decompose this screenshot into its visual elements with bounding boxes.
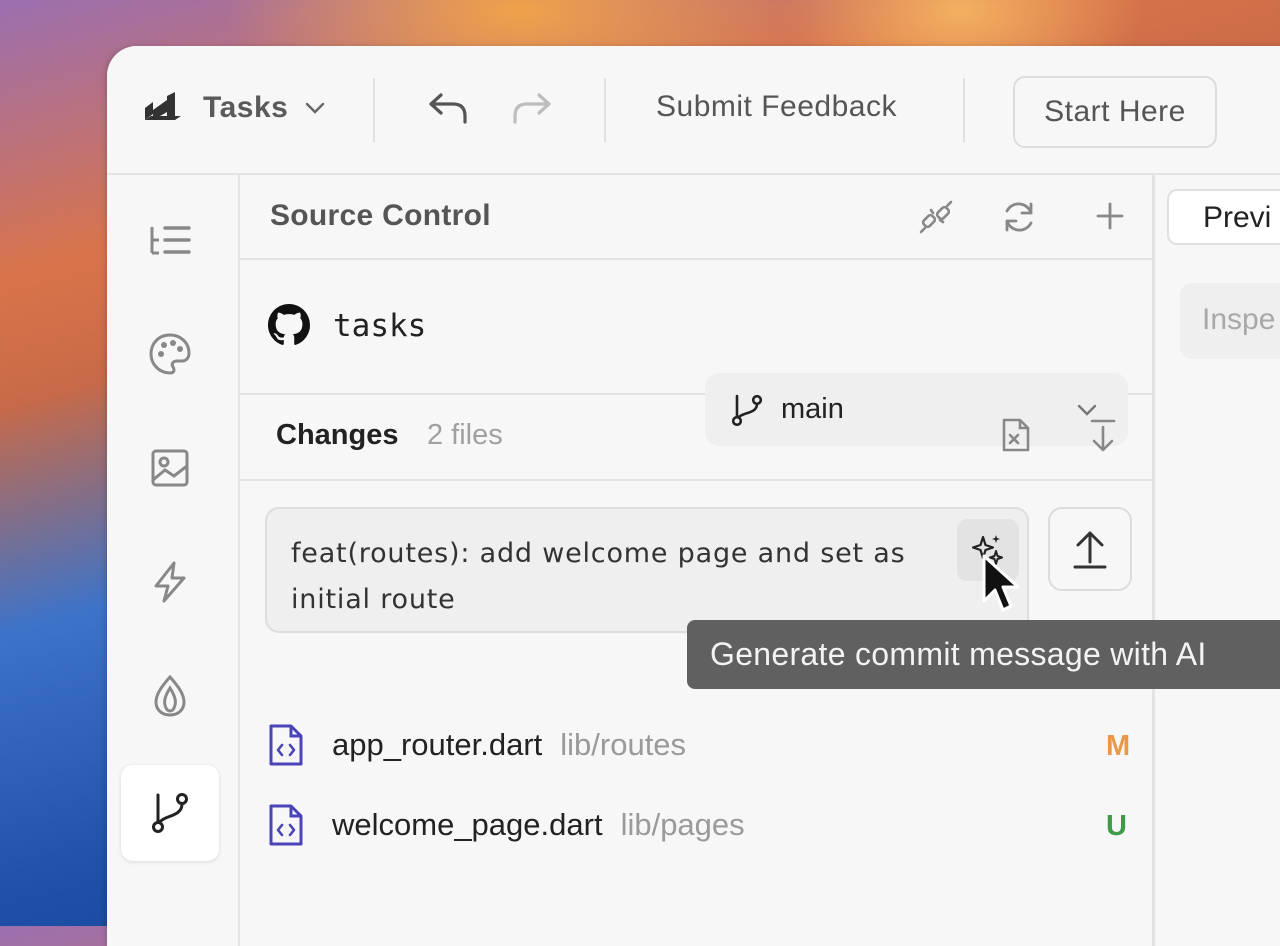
changes-count: 2 files: [427, 419, 503, 451]
mouse-cursor-icon: [982, 554, 1020, 612]
dart-file-icon: [269, 724, 303, 766]
repo-name: tasks: [333, 308, 427, 344]
file-name: app_router.dart: [332, 727, 543, 762]
activity-rail: [107, 175, 240, 946]
file-status-untracked: U: [1106, 810, 1127, 842]
download-arrow-icon: [1090, 419, 1116, 452]
rail-item-ai[interactable]: [121, 534, 219, 630]
unlink-icon: [919, 200, 953, 234]
repo-row: tasks main: [240, 258, 1152, 446]
submit-feedback-button[interactable]: Submit Feedback: [656, 90, 897, 124]
divider: [604, 78, 606, 142]
refresh-button[interactable]: [1001, 199, 1037, 235]
start-here-label: Start Here: [1044, 95, 1186, 128]
upload-arrow-icon: [1073, 531, 1107, 569]
divider: [963, 78, 965, 142]
add-button[interactable]: [1095, 201, 1125, 231]
file-status-modified: M: [1106, 730, 1131, 762]
divider: [373, 78, 375, 142]
inspect-input[interactable]: Inspe: [1180, 283, 1280, 359]
tab-preview-label: Previ: [1203, 201, 1272, 234]
ai-tooltip: Generate commit message with AI: [687, 620, 1280, 689]
changed-file-row[interactable]: welcome_page.dart lib/pages: [268, 803, 745, 847]
commit-push-button[interactable]: [1048, 507, 1132, 591]
tooltip-text: Generate commit message with AI: [710, 636, 1207, 672]
file-discard-icon: [1002, 418, 1030, 452]
undo-button[interactable]: [425, 92, 469, 126]
dart-file-icon: [269, 804, 303, 846]
image-icon: [151, 449, 189, 487]
chevron-down-icon: [304, 101, 326, 115]
inspect-placeholder: Inspe: [1202, 303, 1276, 336]
plus-icon: [1096, 202, 1124, 230]
git-branch-icon: [152, 793, 188, 833]
changed-file-row[interactable]: app_router.dart lib/routes: [268, 723, 686, 767]
file-path: lib/routes: [560, 727, 687, 762]
rail-item-firebase[interactable]: [121, 648, 219, 744]
project-name: Tasks: [203, 91, 289, 124]
redo-button[interactable]: [511, 92, 555, 126]
submit-feedback-label: Submit Feedback: [656, 90, 897, 123]
commit-message-input[interactable]: feat(routes): add welcome page and set a…: [265, 507, 1029, 633]
file-path: lib/pages: [620, 807, 745, 842]
github-icon: [268, 304, 310, 346]
preview-pane: Previ Inspe: [1155, 175, 1280, 946]
project-selector[interactable]: Tasks: [143, 90, 326, 126]
outline-icon: [150, 226, 191, 255]
rail-item-theme[interactable]: [121, 306, 219, 402]
redo-icon: [513, 93, 551, 124]
app-window: Tasks Submit Feedback Start Here Source …: [107, 46, 1280, 946]
palette-icon: [149, 333, 191, 375]
file-name: welcome_page.dart: [332, 807, 603, 842]
changes-header: Changes 2 files: [240, 393, 1152, 481]
sparkle-logo-icon: [154, 561, 186, 603]
rail-item-assets[interactable]: [121, 420, 219, 516]
start-here-button[interactable]: Start Here: [1013, 76, 1217, 148]
panel-title: Source Control: [270, 199, 491, 232]
tab-preview[interactable]: Previ: [1167, 189, 1280, 245]
app-logo-icon: [143, 90, 183, 126]
commit-message-text: feat(routes): add welcome page and set a…: [291, 538, 906, 615]
toolbar: Tasks Submit Feedback Start Here: [107, 46, 1280, 175]
undo-icon: [429, 93, 467, 124]
stage-all-button[interactable]: [1089, 417, 1117, 453]
rail-item-source-control[interactable]: [121, 765, 219, 861]
firebase-icon: [154, 674, 186, 717]
disconnect-button[interactable]: [918, 199, 954, 235]
changes-label: Changes: [276, 419, 399, 451]
refresh-icon: [1005, 202, 1033, 232]
discard-all-button[interactable]: [1000, 417, 1032, 453]
rail-item-outline[interactable]: [121, 192, 219, 288]
panel-header: Source Control: [240, 175, 1152, 260]
